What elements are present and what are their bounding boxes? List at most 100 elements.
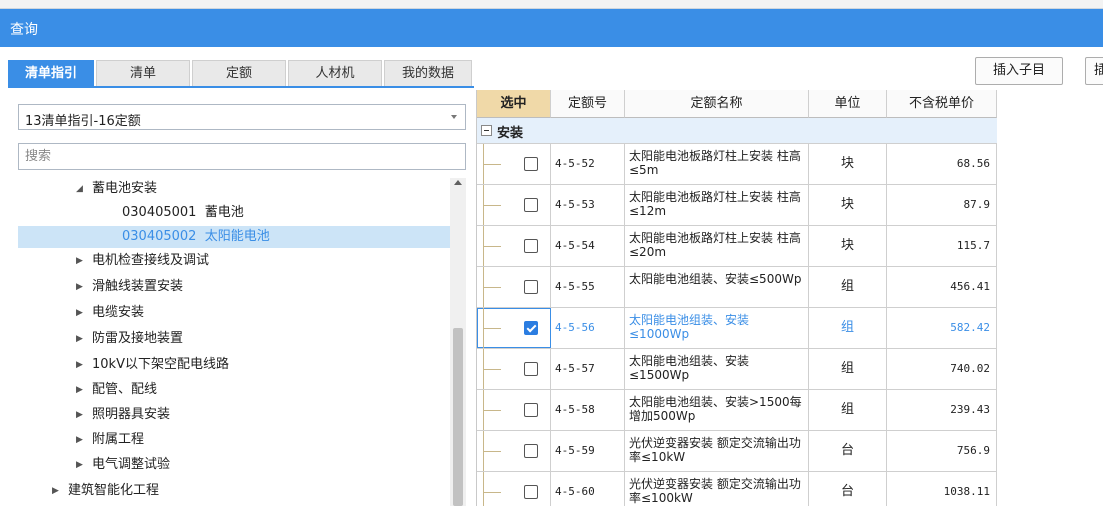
tree-node-label: 滑触线装置安装: [92, 279, 184, 294]
chevron-down-icon: [451, 115, 457, 119]
quota-code: 4-5-56: [551, 308, 625, 348]
tree-node-label: 蓄电池安装: [92, 181, 158, 196]
tree-collapsed-icon[interactable]: ▶: [76, 250, 83, 272]
quota-price: 1038.11: [887, 472, 997, 506]
quota-price: 756.9: [887, 431, 997, 471]
tree-node-label: 电缆安装: [92, 305, 145, 320]
select-cell: [477, 185, 551, 225]
column-header-name[interactable]: 定额名称: [625, 90, 809, 118]
quota-unit: 组: [809, 390, 887, 430]
row-checkbox-checked[interactable]: [524, 321, 538, 335]
row-checkbox[interactable]: [524, 198, 538, 212]
tree-node[interactable]: ▶ 电气调整试验: [18, 454, 450, 476]
tree-collapsed-icon[interactable]: ▶: [76, 454, 83, 476]
quota-unit: 组: [809, 308, 887, 348]
tab-bill[interactable]: 清单: [96, 60, 190, 86]
quota-unit: 组: [809, 349, 887, 389]
tree-node[interactable]: ▶ 10kV以下架空配电线路: [18, 354, 450, 376]
select-cell: [477, 390, 551, 430]
scroll-up-arrow-icon[interactable]: [454, 180, 462, 185]
library-select[interactable]: 13清单指引-16定额: [18, 104, 466, 130]
tab-my-data[interactable]: 我的数据: [384, 60, 472, 86]
quota-name: 太阳能电池组装、安装≤1000Wp: [625, 308, 809, 348]
row-checkbox[interactable]: [524, 362, 538, 376]
tree-node[interactable]: ▶ 电缆安装: [18, 302, 450, 324]
tree-node[interactable]: ▶ 建筑智能化工程: [18, 480, 450, 502]
quota-unit: 块: [809, 185, 887, 225]
tree-node-label: 030405002 太阳能电池: [122, 229, 270, 244]
tree-node[interactable]: ▶ 照明器具安装: [18, 404, 450, 426]
tree-node[interactable]: 030405001 蓄电池: [18, 202, 450, 224]
tree-collapsed-icon[interactable]: ▶: [76, 328, 83, 350]
table-row[interactable]: 4-5-59 光伏逆变器安装 额定交流输出功率≤10kW 台 756.9: [477, 431, 997, 472]
tab-quota[interactable]: 定额: [192, 60, 286, 86]
scrollbar-thumb[interactable]: [453, 328, 463, 506]
quota-price: 87.9: [887, 185, 997, 225]
table-row[interactable]: 4-5-58 太阳能电池组装、安装>1500每增加500Wp 组 239.43: [477, 390, 997, 431]
window-top-strip: [0, 0, 1103, 9]
group-row[interactable]: 安装: [477, 118, 997, 144]
tree-node[interactable]: ▶ 配管、配线: [18, 379, 450, 401]
quota-name: 太阳能电池板路灯柱上安装 柱高≤12m: [625, 185, 809, 225]
tree-node[interactable]: ▶ 防雷及接地装置: [18, 328, 450, 350]
tab-bill-guide[interactable]: 清单指引: [8, 60, 94, 86]
window-title: 查询: [10, 22, 38, 38]
quota-name: 太阳能电池板路灯柱上安装 柱高≤5m: [625, 144, 809, 184]
tree-expanded-icon[interactable]: ◢: [76, 178, 83, 200]
tree-collapsed-icon[interactable]: ▶: [76, 429, 83, 451]
tree-collapsed-icon[interactable]: ▶: [76, 276, 83, 298]
tree-node[interactable]: ◢ 蓄电池安装: [18, 178, 450, 200]
row-checkbox[interactable]: [524, 403, 538, 417]
table-row[interactable]: 4-5-53 太阳能电池板路灯柱上安装 柱高≤12m 块 87.9: [477, 185, 997, 226]
collapse-minus-icon[interactable]: [481, 125, 492, 136]
tree-node[interactable]: ▶ 电机检查接线及调试: [18, 250, 450, 272]
insert-child-button[interactable]: 插入子目: [975, 57, 1063, 85]
tree-collapsed-icon[interactable]: ▶: [76, 354, 83, 376]
select-cell: [477, 349, 551, 389]
table-row[interactable]: 4-5-57 太阳能电池组装、安装≤1500Wp 组 740.02: [477, 349, 997, 390]
table-row[interactable]: 4-5-54 太阳能电池板路灯柱上安装 柱高≤20m 块 115.7: [477, 226, 997, 267]
tree-collapsed-icon[interactable]: ▶: [76, 302, 83, 324]
tree-node-label: 防雷及接地装置: [92, 331, 184, 346]
tree-scrollbar[interactable]: [450, 178, 466, 506]
tree-node-label: 10kV以下架空配电线路: [92, 357, 229, 372]
tree-node-label: 电机检查接线及调试: [92, 253, 210, 268]
quota-code: 4-5-57: [551, 349, 625, 389]
quota-code: 4-5-54: [551, 226, 625, 266]
tree-node-label: 附属工程: [92, 432, 145, 447]
search-input[interactable]: [18, 143, 466, 170]
tree-collapsed-icon[interactable]: ▶: [52, 480, 59, 502]
select-cell: [477, 308, 551, 348]
tab-labor-material-machine[interactable]: 人材机: [288, 60, 382, 86]
row-checkbox[interactable]: [524, 157, 538, 171]
table-row-selected[interactable]: 4-5-56 太阳能电池组装、安装≤1000Wp 组 582.42: [477, 308, 997, 349]
row-checkbox[interactable]: [524, 444, 538, 458]
table-row[interactable]: 4-5-52 太阳能电池板路灯柱上安装 柱高≤5m 块 68.56: [477, 144, 997, 185]
library-select-value: 13清单指引-16定额: [25, 114, 141, 129]
quota-unit: 台: [809, 472, 887, 506]
row-checkbox[interactable]: [524, 280, 538, 294]
tree-node[interactable]: ▶ 滑触线装置安装: [18, 276, 450, 298]
row-checkbox[interactable]: [524, 239, 538, 253]
column-header-price[interactable]: 不含税单价: [887, 90, 997, 118]
tree-collapsed-icon[interactable]: ▶: [76, 379, 83, 401]
table-row[interactable]: 4-5-55 太阳能电池组装、安装≤500Wp 组 456.41: [477, 267, 997, 308]
column-header-unit[interactable]: 单位: [809, 90, 887, 118]
insert-button[interactable]: 插: [1085, 57, 1103, 85]
tree-node-label: 电气调整试验: [92, 457, 171, 472]
tab-bar: 清单指引 清单 定额 人材机 我的数据: [8, 60, 474, 86]
tree-node-label: 照明器具安装: [92, 407, 171, 422]
column-header-code[interactable]: 定额号: [551, 90, 625, 118]
quota-code: 4-5-58: [551, 390, 625, 430]
quota-price: 582.42: [887, 308, 997, 348]
column-header-select[interactable]: 选中: [477, 90, 551, 118]
quota-price: 239.43: [887, 390, 997, 430]
row-checkbox[interactable]: [524, 485, 538, 499]
table-row[interactable]: 4-5-60 光伏逆变器安装 额定交流输出功率≤100kW 台 1038.11: [477, 472, 997, 506]
tree-node[interactable]: ▶ 附属工程: [18, 429, 450, 451]
quota-unit: 块: [809, 226, 887, 266]
quota-code: 4-5-59: [551, 431, 625, 471]
tree-collapsed-icon[interactable]: ▶: [76, 404, 83, 426]
tree-node-selected[interactable]: 030405002 太阳能电池: [18, 226, 450, 248]
quota-unit: 块: [809, 144, 887, 184]
